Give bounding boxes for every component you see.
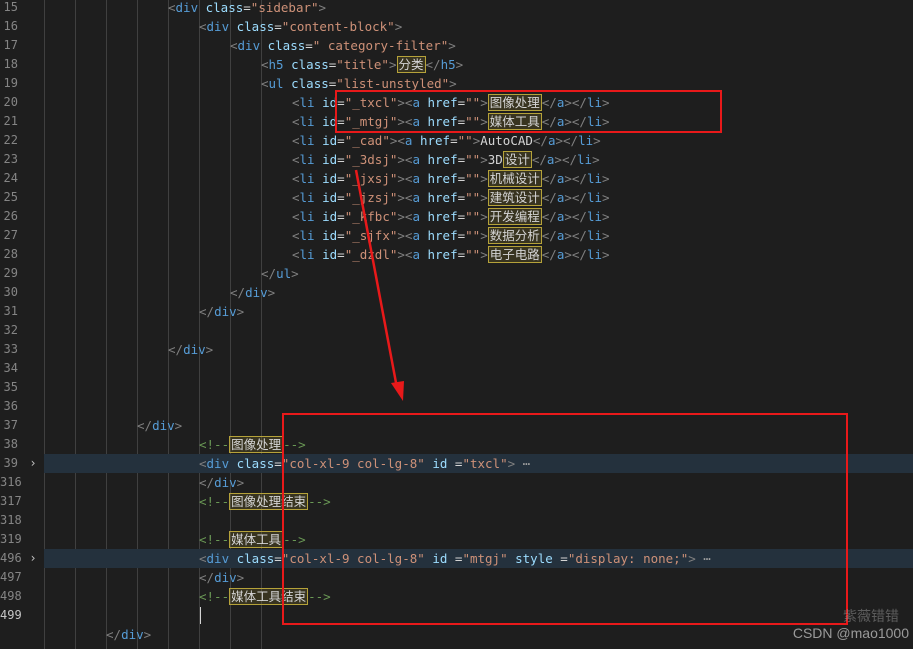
watermark: CSDN @mao1000 xyxy=(792,625,909,641)
watermark-underlay: 紫薇错错 xyxy=(843,608,899,624)
annotation-arrow xyxy=(354,169,404,401)
